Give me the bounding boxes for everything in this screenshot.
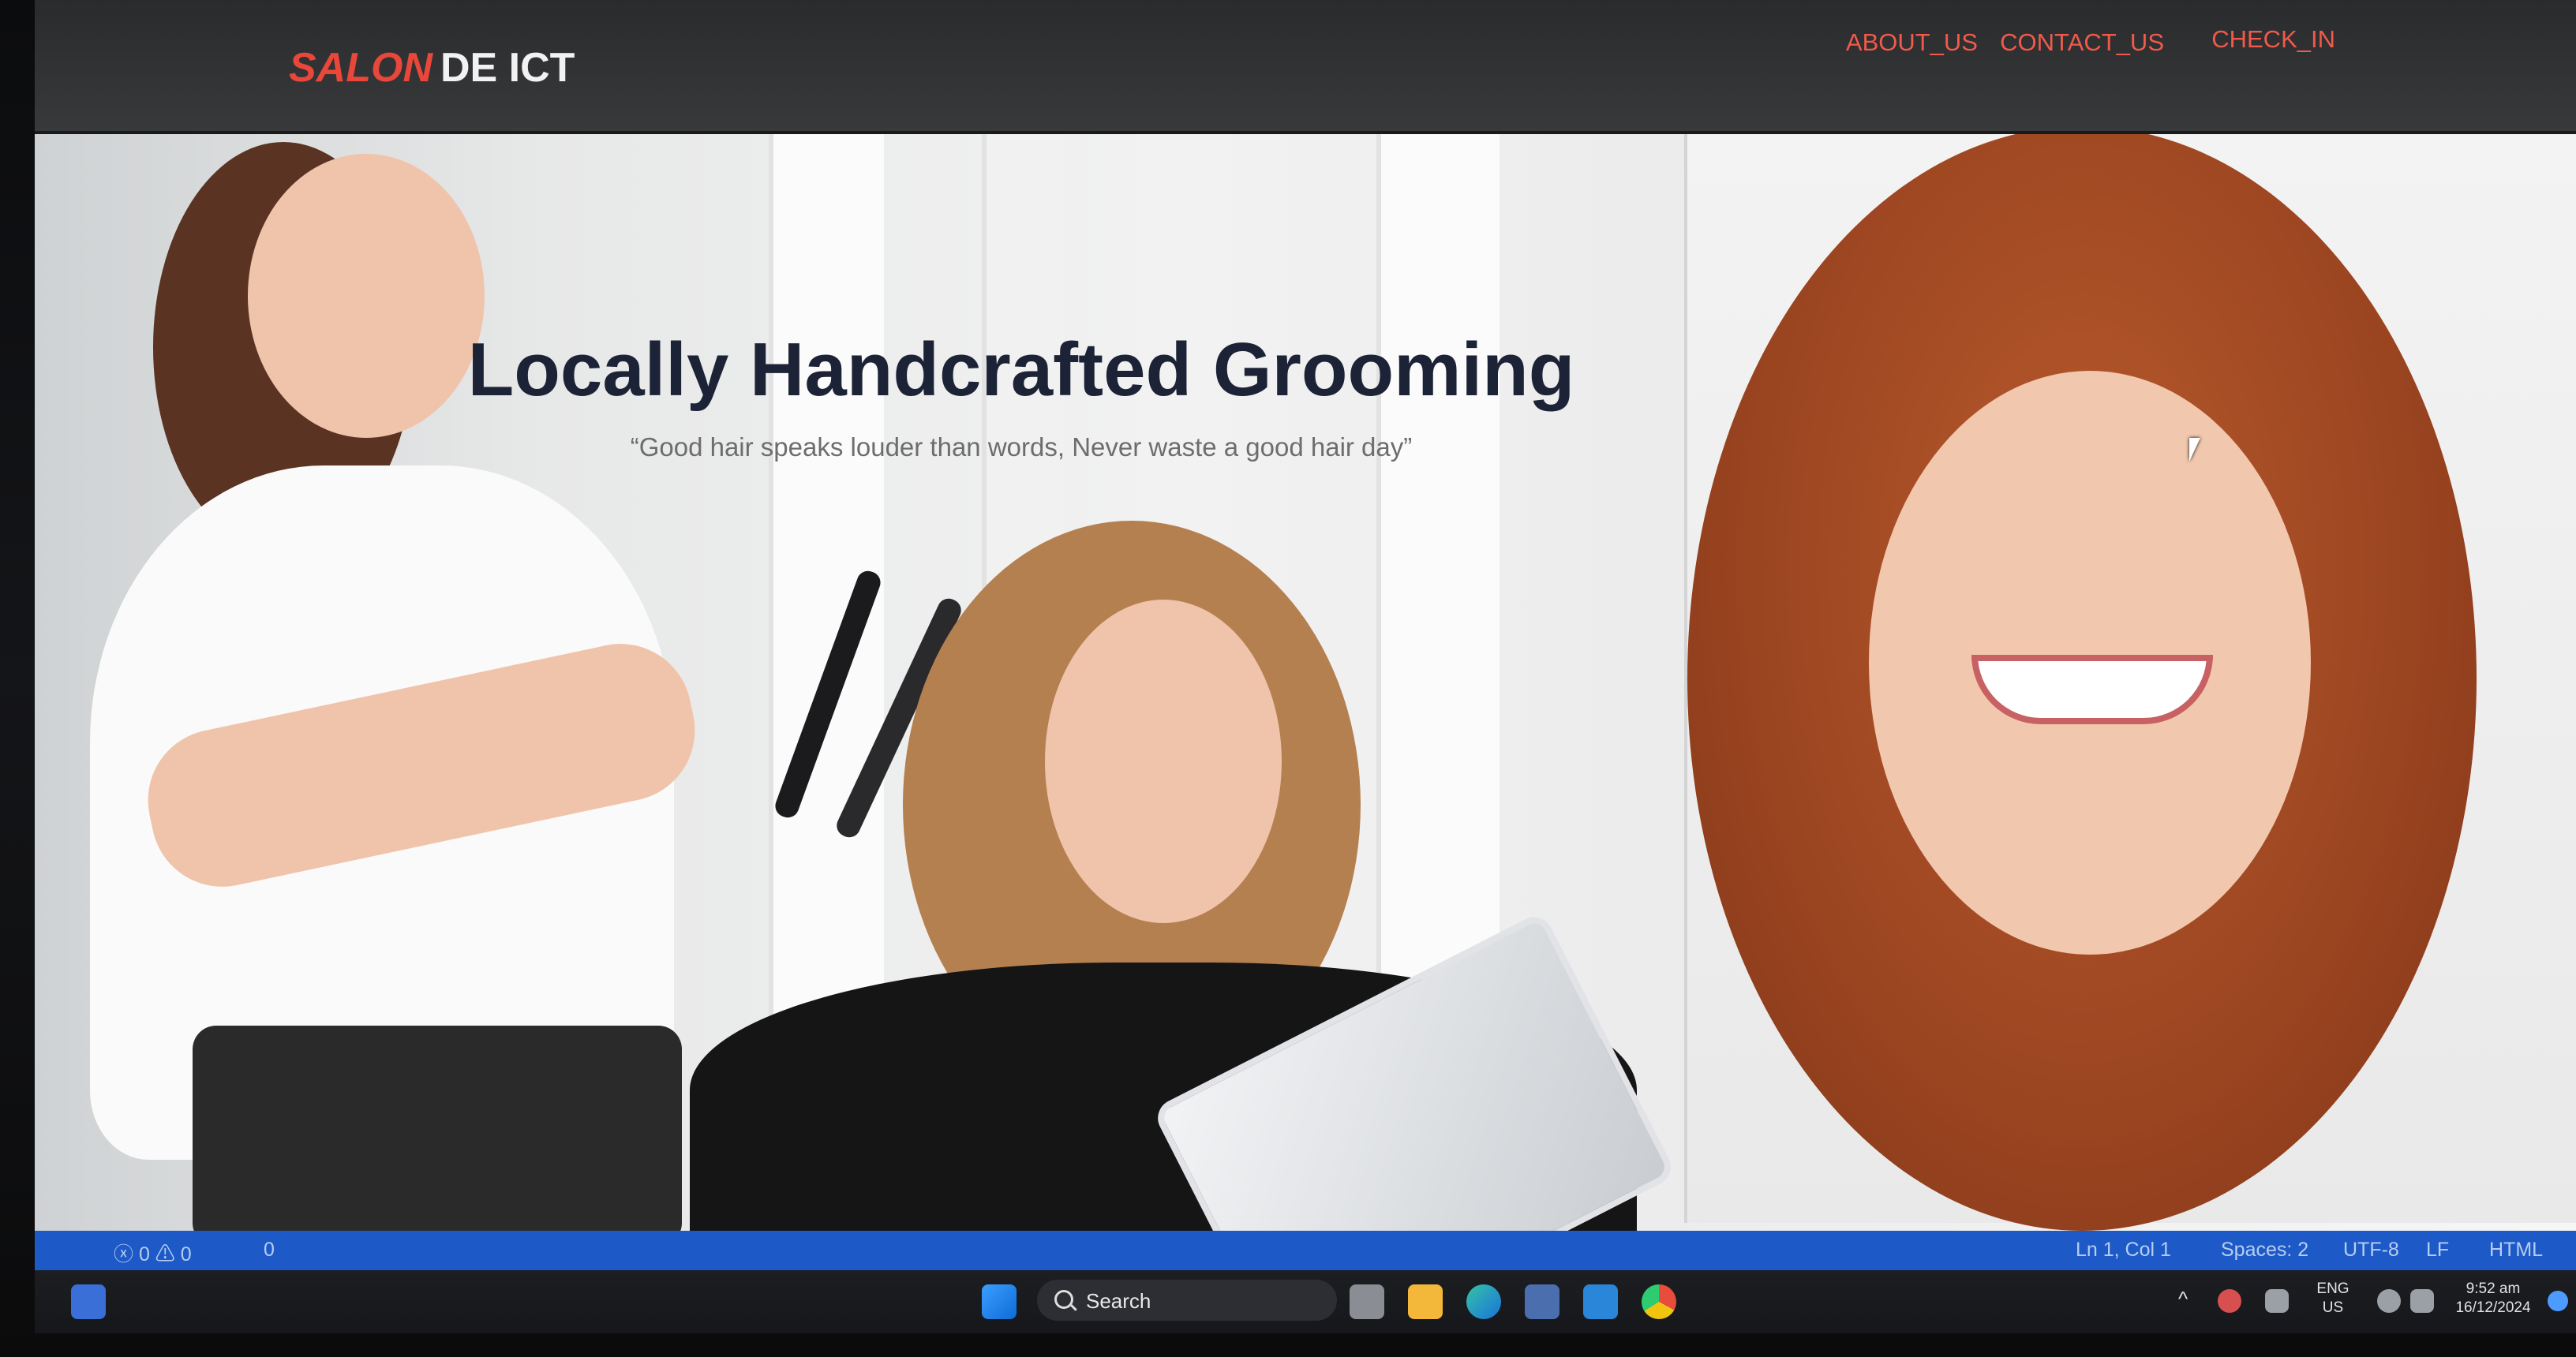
site-logo[interactable]: SALON DE ICT xyxy=(289,44,575,92)
network-icon[interactable] xyxy=(2265,1289,2289,1313)
encoding-setting[interactable]: UTF-8 xyxy=(2343,1239,2399,1262)
client-face xyxy=(1045,600,1282,923)
vscode-icon[interactable] xyxy=(1583,1284,1618,1319)
hero-title: Locally Handcrafted Grooming xyxy=(467,327,1575,413)
taskbar-search[interactable]: Search xyxy=(1037,1280,1337,1321)
mouse-cursor-icon xyxy=(2189,438,2200,462)
hero-section: Locally Handcrafted Grooming “Good hair … xyxy=(35,134,2576,1235)
chevron-up-icon[interactable]: ^ xyxy=(2178,1288,2188,1309)
edge-browser-icon[interactable] xyxy=(1466,1284,1501,1319)
file-explorer-icon[interactable] xyxy=(1408,1284,1443,1319)
search-label: Search xyxy=(1086,1289,1151,1313)
clock-date: 16/12/2024 xyxy=(2455,1299,2531,1316)
nav-contact-us[interactable]: CONTACT_US xyxy=(2000,28,2164,57)
sync-icon[interactable] xyxy=(2218,1289,2241,1313)
nav-check-in[interactable]: CHECK_IN xyxy=(2211,25,2335,54)
store-icon[interactable] xyxy=(1525,1284,1559,1319)
language-code: ENG xyxy=(2316,1280,2349,1297)
clock-time: 9:52 am xyxy=(2466,1280,2521,1297)
region-code: US xyxy=(2322,1299,2344,1316)
site-header: SALON DE ICT ABOUT_US CONTACT_US CHECK_IN xyxy=(35,0,2576,134)
language-mode[interactable]: HTML xyxy=(2489,1239,2543,1262)
globe-icon[interactable] xyxy=(2377,1289,2401,1313)
cursor-position[interactable]: Ln 1, Col 1 xyxy=(2076,1239,2171,1262)
eol-setting[interactable]: LF xyxy=(2426,1239,2449,1262)
nav-about-us[interactable]: ABOUT_US xyxy=(1846,28,1978,57)
logo-de-ict: DE ICT xyxy=(440,45,575,91)
problems-indicator[interactable]: ⓧ 0 ⚠ 0 xyxy=(114,1239,192,1267)
screen: SALON DE ICT ABOUT_US CONTACT_US CHECK_IN xyxy=(35,0,2576,1310)
search-icon xyxy=(1054,1290,1073,1309)
task-view-icon[interactable] xyxy=(1350,1284,1384,1319)
language-indicator[interactable]: ENG US xyxy=(2308,1280,2358,1318)
chrome-icon[interactable] xyxy=(1642,1284,1676,1319)
portrait-smile xyxy=(1971,655,2213,724)
clock[interactable]: 9:52 am 16/12/2024 xyxy=(2442,1280,2544,1318)
notification-bell-icon[interactable] xyxy=(2548,1291,2568,1311)
ports-indicator[interactable]: 0 xyxy=(264,1239,275,1262)
stylist-apron xyxy=(193,1026,682,1235)
windows-start-icon[interactable] xyxy=(982,1284,1017,1319)
widgets-icon[interactable] xyxy=(71,1284,106,1319)
indentation-setting[interactable]: Spaces: 2 xyxy=(2221,1239,2308,1262)
portrait-panel xyxy=(1684,134,2576,1231)
windows-taskbar: Search ^ ENG US 9:52 am 16/12/2024 xyxy=(35,1270,2576,1333)
hero-subtitle: “Good hair speaks louder than words, Nev… xyxy=(630,432,1413,462)
editor-status-bar: ⓧ 0 ⚠ 0 0 Ln 1, Col 1 Spaces: 2 UTF-8 LF… xyxy=(35,1231,2576,1270)
logo-salon: SALON xyxy=(289,45,432,91)
volume-icon[interactable] xyxy=(2410,1289,2434,1313)
